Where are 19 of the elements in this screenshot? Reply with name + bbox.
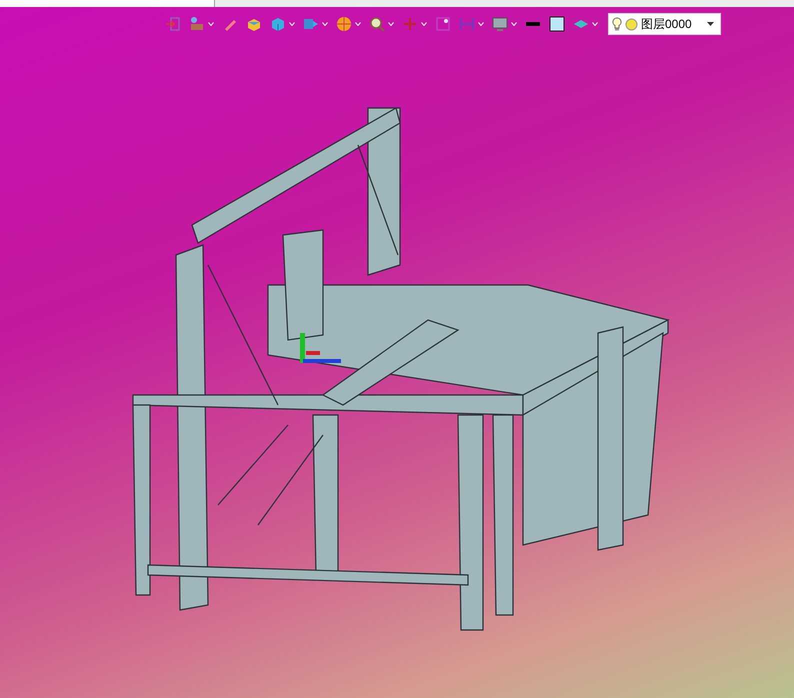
layers-icon	[189, 16, 205, 32]
box-icon	[246, 16, 262, 32]
wheel-icon	[336, 16, 352, 32]
lightbulb-icon	[612, 17, 622, 31]
toolbar-button[interactable]	[547, 14, 567, 34]
axis-triad-icon	[300, 333, 341, 363]
monitor-icon	[492, 16, 508, 32]
cube-icon	[270, 16, 286, 32]
fill-icon	[549, 16, 565, 32]
layer-name: 图层0000	[641, 16, 692, 33]
circle-icon	[625, 18, 638, 30]
exit-icon	[165, 16, 181, 32]
select-icon	[435, 16, 451, 32]
zoom-icon	[369, 16, 385, 32]
view-icon	[303, 16, 319, 32]
dropdown-arrow-icon	[707, 22, 714, 26]
point-icon	[402, 16, 418, 32]
layer-dropdown[interactable]: 图层0000	[608, 13, 721, 35]
dimension-icon	[459, 16, 475, 32]
